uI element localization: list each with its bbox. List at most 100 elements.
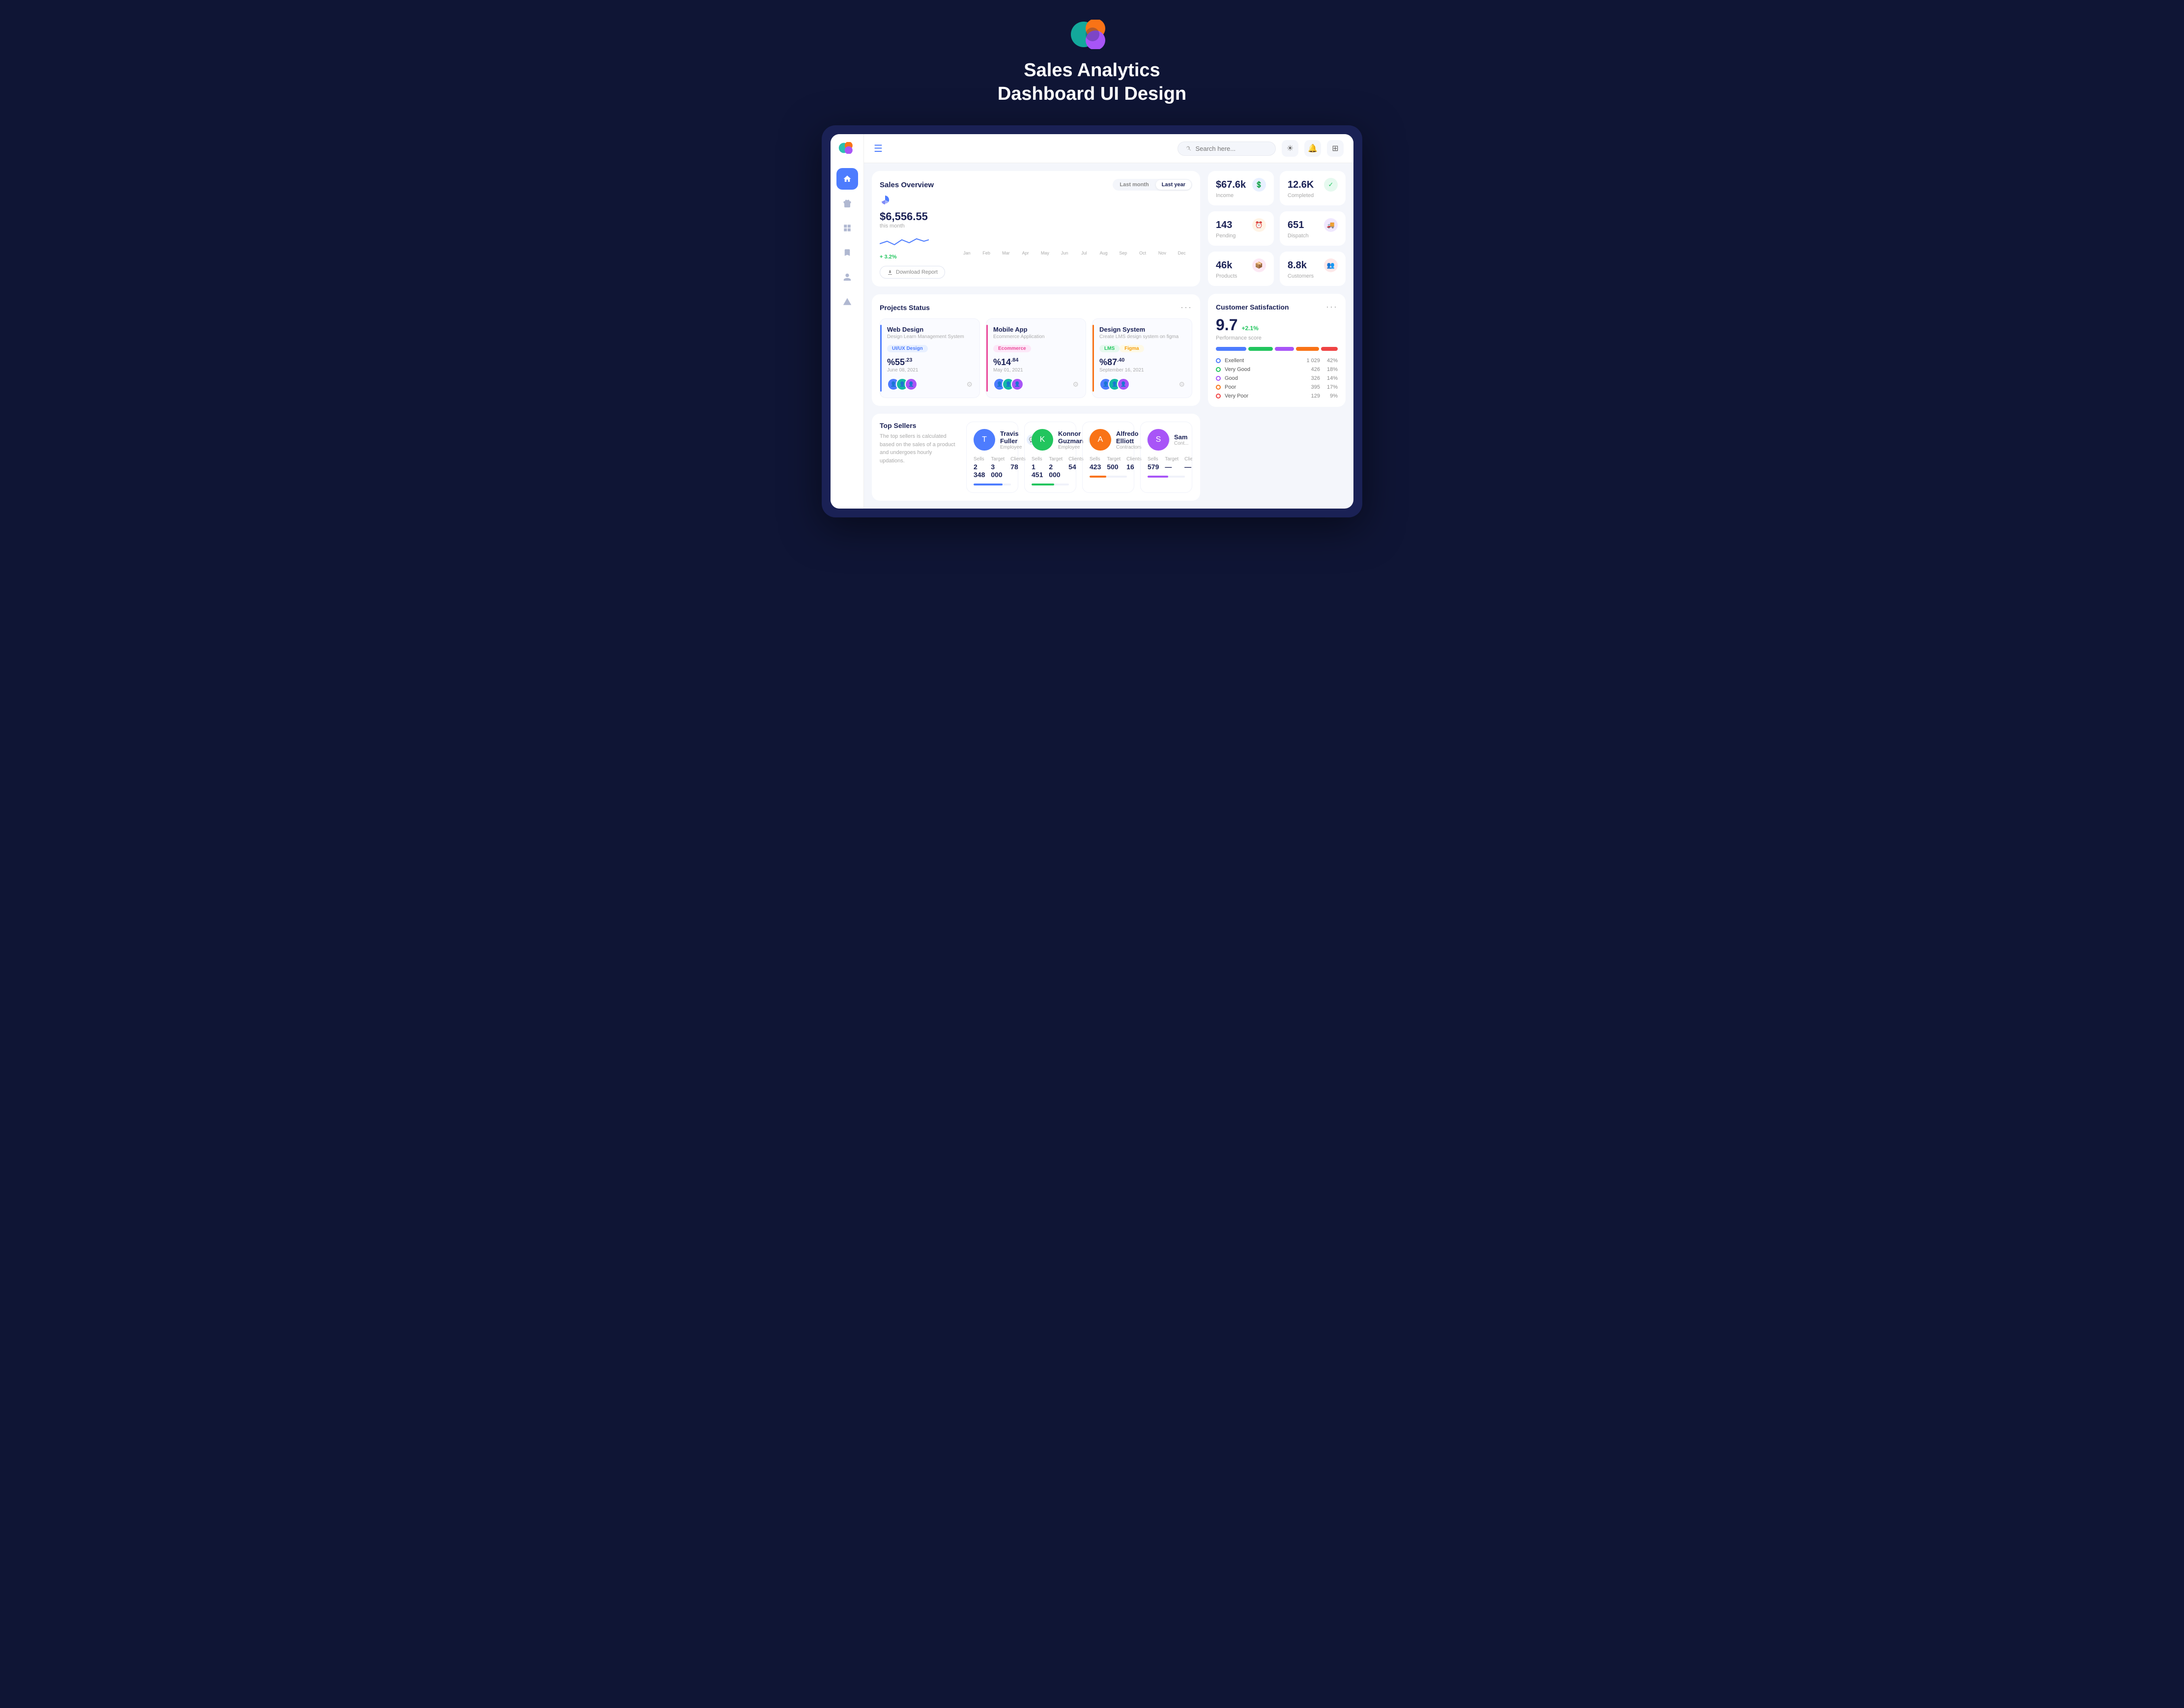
rating-pct-4: 9% — [1324, 393, 1338, 399]
seller-role-1: Employee — [1058, 445, 1083, 450]
download-report-button[interactable]: Download Report — [880, 266, 945, 279]
stat-value-0: $67.6k — [1216, 179, 1246, 191]
search-input[interactable] — [1195, 145, 1267, 152]
download-icon — [887, 269, 893, 275]
chart-label-nov: Nov — [1154, 251, 1171, 256]
avatar-3-2: 👤 — [1117, 378, 1130, 391]
avatar-3-1: 👤 — [1011, 378, 1024, 391]
rating-pct-1: 18% — [1324, 367, 1338, 372]
rating-row-0: Exellent 1 029 42% — [1216, 358, 1338, 364]
sidebar-item-gift[interactable] — [836, 193, 858, 214]
stats-grid: $67.6k 💲 Income 12.6K ✓ Completed 143 ⏰ … — [1208, 171, 1346, 286]
hero-logo — [1070, 20, 1114, 49]
seller-progress-bar-1 — [1032, 484, 1069, 485]
chart-label-jun: Jun — [1056, 251, 1073, 256]
hero-title: Sales Analytics Dashboard UI Design — [998, 59, 1186, 106]
project-card-1: Mobile App Ecommerce Application Ecommer… — [986, 318, 1086, 398]
rating-label-2: Good — [1225, 375, 1298, 381]
top-sellers-desc: Top Sellers The top sellers is calculate… — [880, 422, 958, 465]
projects-status-card: Projects Status ··· Web Design Design Le… — [872, 294, 1200, 406]
topbar: ☰ ☀ 🔔 ⊞ — [864, 134, 1353, 163]
satisfaction-bars — [1216, 347, 1338, 351]
projects-title: Projects Status — [880, 304, 930, 312]
chart-label-oct: Oct — [1134, 251, 1151, 256]
stat-label-4: Products — [1216, 273, 1266, 279]
stat-icon-3: 🚚 — [1324, 218, 1338, 232]
rating-label-4: Very Poor — [1225, 393, 1298, 399]
seller-clients-1: Clients 54 — [1068, 456, 1084, 479]
sales-overview-title: Sales Overview — [880, 181, 934, 189]
seller-avatar-2: A — [1090, 429, 1111, 451]
search-bar[interactable] — [1178, 142, 1276, 156]
rating-count-0: 1 029 — [1302, 358, 1320, 364]
score-change: +2.1% — [1241, 325, 1258, 332]
sun-icon[interactable]: ☀ — [1282, 140, 1298, 157]
rating-dot-4 — [1216, 394, 1221, 399]
chart-label-jan: Jan — [958, 251, 976, 256]
stat-value-5: 8.8k — [1288, 260, 1307, 271]
project-border-2 — [1092, 325, 1094, 392]
seller-name-3: Sam — [1174, 433, 1188, 441]
project-settings-2[interactable]: ⚙ — [1178, 380, 1185, 389]
project-footer-2: 👤 👤 👤 ⚙ — [1099, 378, 1185, 391]
sales-period: this month — [880, 223, 948, 229]
seller-target-0: Target 3 000 — [991, 456, 1005, 479]
stat-value-1: 12.6K — [1288, 179, 1314, 191]
seller-clients-0: Clients 78 — [1010, 456, 1026, 479]
project-desc-2: Create LMS design system on figma — [1099, 334, 1185, 340]
seller-avatar-1: K — [1032, 429, 1053, 451]
seller-progress-fill-3 — [1148, 476, 1168, 478]
project-settings-1[interactable]: ⚙ — [1072, 380, 1079, 389]
rating-count-4: 129 — [1302, 393, 1320, 399]
stat-label-2: Pending — [1216, 233, 1266, 239]
seller-progress-bar-2 — [1090, 476, 1127, 478]
sidebar-item-bookmark[interactable] — [836, 242, 858, 263]
sidebar-item-user[interactable] — [836, 266, 858, 288]
seller-role-2: Contractors — [1116, 445, 1142, 450]
sidebar-item-alert[interactable] — [836, 291, 858, 313]
rating-label-1: Very Good — [1225, 367, 1298, 372]
seller-header-2: A Alfredo Elliott Contractors 💬 ✉ — [1090, 429, 1127, 451]
projects-more-btn[interactable]: ··· — [1180, 302, 1192, 313]
content-left: Sales Overview Last month Last year — [872, 171, 1200, 501]
project-settings-0[interactable]: ⚙ — [966, 380, 973, 389]
project-date-2: September 16, 2021 — [1099, 368, 1185, 373]
stat-card-income: $67.6k 💲 Income — [1208, 171, 1274, 205]
rating-pct-2: 14% — [1324, 375, 1338, 381]
chart-label-may: May — [1036, 251, 1054, 256]
seller-progress-fill-2 — [1090, 476, 1106, 478]
seller-sells-1: Sells 1 451 — [1032, 456, 1043, 479]
top-sellers-subtitle: The top sellers is calculated based on t… — [880, 432, 958, 465]
sidebar-item-home[interactable] — [836, 168, 858, 190]
menu-icon[interactable]: ☰ — [874, 142, 883, 155]
period-tab-last-month[interactable]: Last month — [1114, 180, 1154, 190]
period-tabs: Last month Last year — [1113, 179, 1192, 191]
growth-badge: + 3.2% — [880, 254, 948, 260]
seller-name-0: Travis Fuller — [1000, 430, 1022, 445]
project-name-0: Web Design — [887, 326, 973, 333]
sidebar-item-grid[interactable] — [836, 217, 858, 239]
stat-card-dispatch: 651 🚚 Dispatch — [1280, 211, 1346, 246]
satisfaction-more-btn[interactable]: ··· — [1326, 302, 1338, 312]
rating-pct-3: 17% — [1324, 384, 1338, 390]
seller-card-3: S Sam Cont... 💬 ✉ Sells 579 Target — Cli… — [1140, 422, 1192, 493]
score-value: 9.7 — [1216, 316, 1237, 334]
apps-icon[interactable]: ⊞ — [1327, 140, 1344, 157]
chart-label-sep: Sep — [1115, 251, 1132, 256]
project-tag-1: Ecommerce — [993, 345, 1031, 352]
mini-wave-chart — [880, 234, 929, 249]
project-avatars-1: 👤 👤 👤 — [993, 378, 1024, 391]
sales-amount-section: $6,556.55 this month + 3.2% Download Rep… — [880, 195, 948, 279]
seller-header-3: S Sam Cont... 💬 ✉ — [1148, 429, 1185, 451]
bell-icon[interactable]: 🔔 — [1304, 140, 1321, 157]
sales-amount: $6,556.55 — [880, 210, 948, 223]
rating-row-1: Very Good 426 18% — [1216, 367, 1338, 372]
rating-pct-0: 42% — [1324, 358, 1338, 364]
seller-clients-3: Clients — — [1184, 456, 1192, 471]
period-tab-last-year[interactable]: Last year — [1156, 180, 1191, 190]
seller-stats-3: Sells 579 Target — Clients — — [1148, 456, 1185, 471]
seller-stats-0: Sells 2 348 Target 3 000 Clients 78 — [974, 456, 1011, 479]
dashboard-inner: ☰ ☀ 🔔 ⊞ Sales Overview — [831, 134, 1353, 509]
pie-chart-icon — [880, 195, 948, 208]
chart-label-aug: Aug — [1095, 251, 1112, 256]
